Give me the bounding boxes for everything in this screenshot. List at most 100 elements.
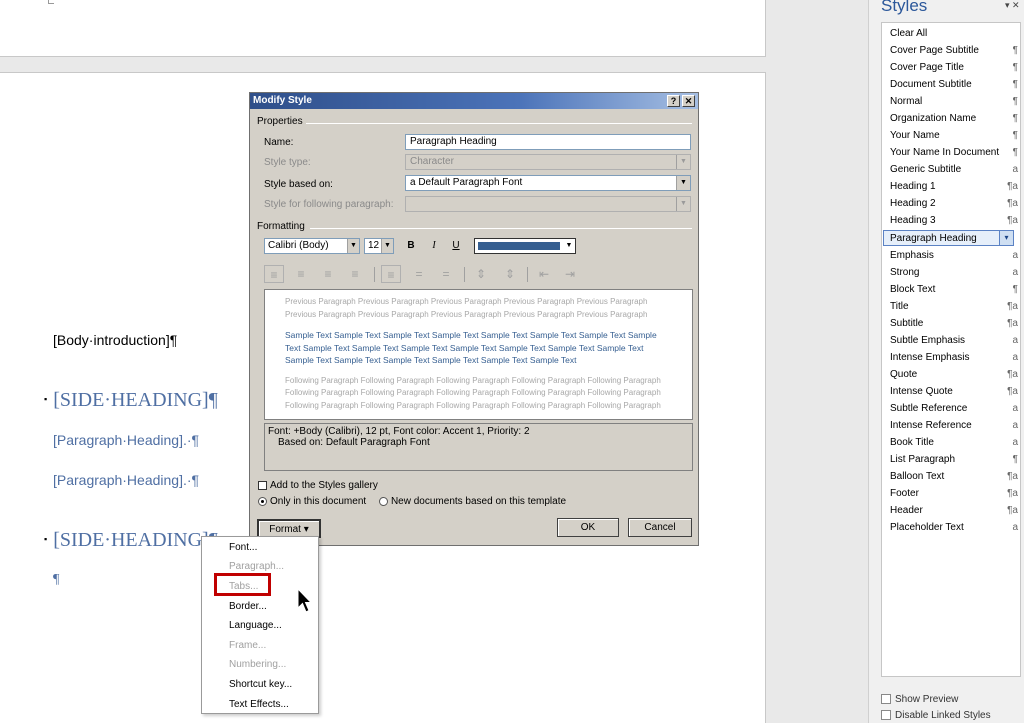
menu-item-border[interactable]: Border... (229, 601, 267, 612)
menu-item-text-effects[interactable]: Text Effects... (229, 699, 289, 710)
divider (306, 123, 692, 124)
underline-button[interactable]: U (447, 238, 465, 254)
decrease-indent-icon[interactable]: ⇤ (534, 265, 554, 283)
dialog-title: Modify Style (253, 95, 312, 106)
styles-list[interactable]: Clear All Cover Page Subtitle ¶ Cover Pag… (881, 22, 1021, 677)
menu-item-frame: Frame... (229, 640, 267, 651)
style-dropdown-icon[interactable]: ▾ (999, 231, 1013, 245)
description-line-1: Font: +Body (Calibri), 12 pt, Font color… (268, 426, 530, 437)
style-based-on-select[interactable]: a Default Paragraph Font ▼ (405, 175, 691, 191)
style-item[interactable]: Generic Subtitle a (890, 162, 1020, 178)
chevron-down-icon[interactable]: ▼ (347, 239, 359, 253)
style-item[interactable]: Intense Reference a (890, 418, 1020, 434)
description-line-2: Based on: Default Paragraph Font (278, 437, 430, 448)
chevron-down-icon: ▼ (676, 197, 690, 211)
double-spacing-icon[interactable]: = (436, 265, 456, 283)
style-description: Font: +Body (Calibri), 12 pt, Font color… (264, 423, 693, 471)
chevron-down-icon[interactable]: ▼ (381, 239, 393, 253)
pane-options-icon[interactable]: ▾ ✕ (1005, 0, 1020, 11)
style-item[interactable]: Placeholder Text a (890, 520, 1020, 536)
style-item[interactable]: Intense Quote ¶a (890, 384, 1020, 400)
paragraph-heading-1[interactable]: [Paragraph·Heading].·¶ (53, 432, 199, 448)
font-color-select[interactable]: ▼ (474, 238, 576, 254)
style-item-selected[interactable]: Paragraph Heading ▾ (883, 230, 1014, 246)
ok-button[interactable]: OK (557, 518, 619, 537)
side-heading-1[interactable]: ▪ [SIDE·HEADING]¶ (44, 389, 218, 412)
style-item[interactable]: Organization Name ¶ (890, 111, 1020, 127)
show-preview-checkbox[interactable]: Show Preview (881, 694, 958, 705)
style-item[interactable]: Clear All (890, 26, 1020, 42)
new-documents-radio[interactable]: New documents based on this template (378, 496, 566, 507)
properties-group-label: Properties (257, 116, 303, 127)
style-item[interactable]: Subtle Emphasis a (890, 333, 1020, 349)
font-size-select[interactable]: 12 ▼ (364, 238, 394, 254)
menu-item-language[interactable]: Language... (229, 620, 282, 631)
preview-previous-paragraph: Previous Paragraph Previous Paragraph Pr… (285, 297, 648, 319)
bold-button[interactable]: B (402, 238, 420, 254)
style-item[interactable]: Normal ¶ (890, 94, 1020, 110)
style-item[interactable]: Balloon Text ¶a (890, 469, 1020, 485)
space-before-icon[interactable]: ⇕ (471, 265, 491, 283)
style-item[interactable]: Subtitle ¶a (890, 316, 1020, 332)
style-item[interactable]: Subtle Reference a (890, 401, 1020, 417)
style-item[interactable]: Intense Emphasis a (890, 350, 1020, 366)
dialog-titlebar[interactable]: Modify Style ? ✕ (250, 93, 698, 109)
preview-sample-text: Sample Text Sample Text Sample Text Samp… (285, 330, 657, 365)
paragraph-heading-2[interactable]: [Paragraph·Heading].·¶ (53, 472, 199, 488)
align-left-icon[interactable]: ≡ (264, 265, 284, 283)
disable-linked-styles-checkbox[interactable]: Disable Linked Styles (881, 710, 991, 721)
font-name-select[interactable]: Calibri (Body) ▼ (264, 238, 360, 254)
style-item[interactable]: Cover Page Title ¶ (890, 60, 1020, 76)
align-right-icon[interactable]: ≡ (318, 265, 338, 283)
paragraph-format-toolbar: ≡ ≡ ≡ ≡ ≡ = = ⇕ ⇕ ⇤ ⇥ (264, 265, 584, 285)
style-item[interactable]: Quote ¶a (890, 367, 1020, 383)
italic-button[interactable]: I (425, 238, 443, 254)
styles-pane: Styles ▾ ✕ Clear All Cover Page Subtitle… (868, 0, 1024, 723)
style-item[interactable]: Cover Page Subtitle ¶ (890, 43, 1020, 59)
following-paragraph-select: ▼ (405, 196, 691, 212)
style-item[interactable]: Heading 3 ¶a (890, 213, 1020, 229)
add-to-gallery-checkbox[interactable]: Add to the Styles gallery (258, 480, 378, 491)
close-button[interactable]: ✕ (682, 95, 695, 107)
page-top (0, 0, 766, 57)
bullet: ▪ (44, 394, 48, 404)
only-this-document-radio[interactable]: Only in this document (258, 496, 366, 507)
one-half-spacing-icon[interactable]: = (409, 265, 429, 283)
style-item[interactable]: Document Subtitle ¶ (890, 77, 1020, 93)
side-heading-text: [SIDE·HEADING]¶ (53, 389, 218, 411)
style-item[interactable]: Heading 2 ¶a (890, 196, 1020, 212)
menu-item-shortcut-key[interactable]: Shortcut key... (229, 679, 292, 690)
style-item[interactable]: List Paragraph ¶ (890, 452, 1020, 468)
style-item[interactable]: Title ¶a (890, 299, 1020, 315)
tabs-highlight-box (214, 573, 271, 596)
style-item[interactable]: Emphasis a (890, 248, 1020, 264)
cancel-button[interactable]: Cancel (628, 518, 692, 537)
style-item[interactable]: Your Name ¶ (890, 128, 1020, 144)
chevron-down-icon[interactable]: ▼ (563, 239, 575, 253)
style-item[interactable]: Footer ¶a (890, 486, 1020, 502)
body-intro-text[interactable]: [Body·introduction]¶ (53, 332, 177, 348)
chevron-down-icon[interactable]: ▼ (676, 176, 690, 190)
help-button[interactable]: ? (667, 95, 680, 107)
name-input[interactable]: Paragraph Heading (405, 134, 691, 150)
menu-item-font[interactable]: Font... (229, 542, 257, 553)
divider (310, 228, 692, 229)
style-item[interactable]: Strong a (890, 265, 1020, 281)
style-item[interactable]: Your Name In Document ¶ (890, 145, 1020, 161)
style-item[interactable]: Header ¶a (890, 503, 1020, 519)
align-center-icon[interactable]: ≡ (291, 265, 311, 283)
menu-item-paragraph: Paragraph... (229, 561, 285, 572)
side-heading-text: [SIDE·HEADING]¶ (53, 529, 218, 551)
styles-pane-title: Styles (881, 0, 928, 15)
increase-indent-icon[interactable]: ⇥ (560, 265, 580, 283)
space-after-icon[interactable]: ⇕ (500, 265, 520, 283)
chevron-down-icon: ▼ (676, 155, 690, 169)
modify-style-dialog: Modify Style ? ✕ Properties Name: Paragr… (249, 92, 699, 546)
single-spacing-icon[interactable]: ≡ (381, 265, 401, 283)
style-item[interactable]: Heading 1 ¶a (890, 179, 1020, 195)
style-item[interactable]: Book Title a (890, 435, 1020, 451)
margin-corner (48, 0, 54, 4)
style-item[interactable]: Block Text ¶ (890, 282, 1020, 298)
justify-icon[interactable]: ≡ (345, 265, 365, 283)
side-heading-2[interactable]: ▪ [SIDE·HEADING]¶ (44, 529, 218, 552)
